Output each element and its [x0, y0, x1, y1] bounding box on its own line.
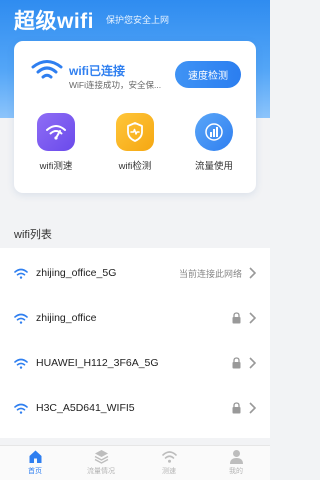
tool-label: 流量使用 — [194, 161, 233, 172]
lock-icon — [232, 312, 241, 324]
wifi-list-item[interactable]: HUAWEI_H112_3F6A_5G — [0, 341, 270, 385]
chevron-right-icon — [249, 312, 256, 324]
chevron-right-icon — [249, 402, 256, 414]
lock-icon — [232, 357, 241, 369]
wifi-icon — [14, 358, 28, 369]
chevron-right-icon — [249, 267, 256, 279]
app-title: 超级wifi — [14, 10, 94, 33]
tool-wifi-speed[interactable]: wifi测速 — [26, 113, 86, 172]
tool-wifi-check[interactable]: wifi检测 — [105, 113, 165, 172]
wifi-connected-icon — [31, 60, 63, 79]
chart-icon — [195, 113, 233, 151]
tool-label: wifi检测 — [118, 161, 152, 172]
shield-heart-icon — [116, 113, 154, 151]
tab-label: 首页 — [28, 468, 42, 475]
tab-speed-test[interactable]: 测速 — [144, 449, 194, 476]
lock-icon — [232, 402, 241, 414]
wifi-ssid: HUAWEI_H112_3F6A_5G — [36, 357, 159, 369]
wifi-list-item[interactable]: zhijing_office — [0, 296, 270, 340]
connection-card: wifi已连接 WiFi连接成功，安全保... 速度检测 wifi测速 wifi… — [14, 41, 256, 193]
bottom-tab-bar: 首页 流量情况 测速 我的 — [0, 445, 270, 480]
wifi-list: zhijing_office_5G 当前连接此网络 zhijing_office… — [0, 248, 270, 438]
tab-label: 流量情况 — [87, 468, 115, 475]
wifi-ssid: zhijing_office_5G — [36, 267, 117, 279]
tab-label: 测速 — [162, 468, 176, 475]
wifi-icon — [14, 313, 28, 324]
tab-home[interactable]: 首页 — [10, 449, 60, 476]
current-connection-note: 当前连接此网络 — [178, 268, 242, 279]
wifi-icon — [161, 451, 177, 463]
wifi-ssid: zhijing_office — [36, 312, 97, 324]
tab-traffic[interactable]: 流量情况 — [76, 449, 126, 476]
wifi-list-item[interactable]: H3C_A5D641_WIFI5 — [0, 386, 270, 430]
connection-description: WiFi连接成功，安全保... — [69, 80, 162, 90]
app-subtitle: 保护您安全上网 — [106, 15, 170, 25]
user-icon — [229, 450, 243, 464]
wifi-list-item[interactable]: zhijing_office_5G 当前连接此网络 — [0, 251, 270, 295]
wifi-icon — [14, 268, 28, 279]
wifi-speed-icon — [37, 113, 75, 151]
tool-label: wifi测速 — [39, 161, 73, 172]
layers-icon — [94, 450, 108, 464]
wifi-icon — [14, 403, 28, 414]
tab-profile[interactable]: 我的 — [211, 449, 261, 476]
tab-label: 我的 — [229, 468, 243, 475]
wifi-ssid: H3C_A5D641_WIFI5 — [36, 402, 135, 414]
chevron-right-icon — [249, 357, 256, 369]
wifi-list-title: wifi列表 — [14, 229, 52, 241]
home-icon — [29, 450, 41, 463]
tool-traffic-usage[interactable]: 流量使用 — [184, 113, 244, 172]
speed-test-button[interactable]: 速度检测 — [175, 61, 241, 88]
connection-status: wifi已连接 — [69, 64, 125, 78]
